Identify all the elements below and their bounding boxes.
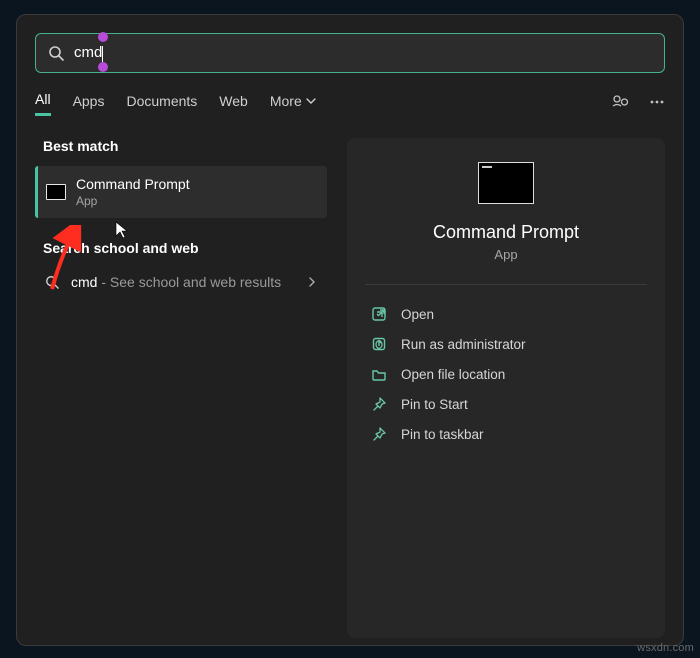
tab-more-label: More — [270, 93, 302, 109]
folder-icon — [371, 366, 387, 382]
search-query-text: cmd — [74, 44, 102, 61]
action-pin-start-label: Pin to Start — [401, 397, 468, 412]
best-match-subtitle: App — [76, 194, 190, 208]
tab-more[interactable]: More — [270, 93, 316, 115]
action-pin-start[interactable]: Pin to Start — [365, 389, 647, 419]
cmd-app-icon — [46, 184, 66, 200]
tab-all[interactable]: All — [35, 91, 51, 116]
best-match-title: Command Prompt — [76, 176, 190, 192]
school-web-header: Search school and web — [43, 240, 325, 256]
action-open-label: Open — [401, 307, 434, 322]
tab-apps[interactable]: Apps — [73, 93, 105, 115]
action-open-location[interactable]: Open file location — [365, 359, 647, 389]
details-subtitle: App — [365, 247, 647, 262]
open-icon — [371, 306, 387, 322]
details-title: Command Prompt — [365, 222, 647, 243]
tab-documents[interactable]: Documents — [126, 93, 197, 115]
annotation-dot — [98, 62, 108, 72]
web-result-item[interactable]: cmd - See school and web results — [35, 266, 327, 298]
search-box[interactable]: cmd — [35, 33, 665, 73]
watermark: wsxdn.com — [637, 642, 694, 654]
org-search-icon[interactable] — [611, 94, 631, 113]
more-options-icon[interactable] — [649, 94, 665, 113]
action-loc-label: Open file location — [401, 367, 505, 382]
best-match-header: Best match — [43, 138, 325, 154]
action-open[interactable]: Open — [365, 299, 647, 329]
results-area: Best match Command Prompt App Search sch… — [35, 138, 665, 638]
details-pane: Command Prompt App Open Run as administr… — [347, 138, 665, 638]
tab-web[interactable]: Web — [219, 93, 248, 115]
chevron-right-icon — [307, 277, 317, 287]
filter-tabs: All Apps Documents Web More — [35, 91, 665, 116]
web-result-term: cmd — [71, 274, 97, 290]
text-caret — [102, 46, 103, 62]
action-run-admin[interactable]: Run as administrator — [365, 329, 647, 359]
results-list: Best match Command Prompt App Search sch… — [35, 138, 327, 638]
action-admin-label: Run as administrator — [401, 337, 526, 352]
chevron-down-icon — [306, 96, 316, 106]
pin-icon — [371, 426, 387, 442]
search-icon — [45, 275, 59, 289]
annotation-dot — [98, 32, 108, 42]
divider — [365, 284, 647, 285]
app-preview-icon — [478, 162, 534, 204]
action-pin-taskbar-label: Pin to taskbar — [401, 427, 484, 442]
pin-icon — [371, 396, 387, 412]
search-input[interactable]: cmd — [74, 44, 103, 61]
shield-icon — [371, 336, 387, 352]
web-result-desc: - See school and web results — [97, 274, 281, 290]
start-search-panel: cmd All Apps Documents Web More — [16, 14, 684, 646]
search-icon — [48, 45, 64, 61]
action-pin-taskbar[interactable]: Pin to taskbar — [365, 419, 647, 449]
best-match-item[interactable]: Command Prompt App — [35, 166, 327, 218]
